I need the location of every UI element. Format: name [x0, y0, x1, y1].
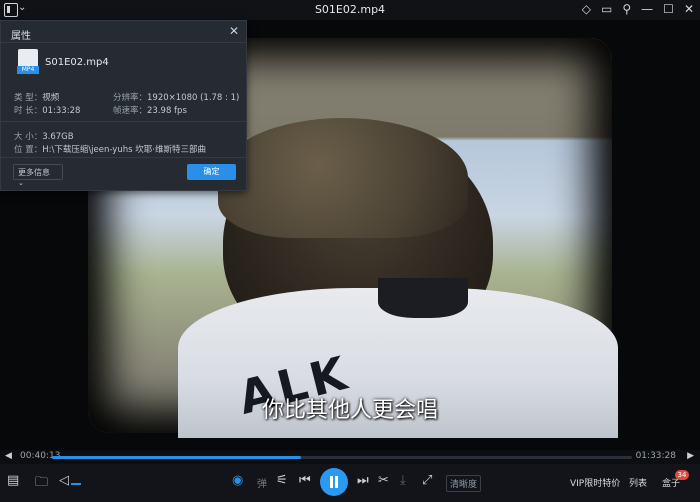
open-folder-icon[interactable]: 🗀	[35, 473, 48, 495]
prop-resolution: 分辨率：1920×1080 (1.78 : 1)	[113, 93, 240, 103]
maximize-icon[interactable]: ☐	[663, 2, 674, 16]
playlist-icon[interactable]: ▤	[7, 473, 19, 488]
dialog-close-icon[interactable]: ✕	[229, 24, 239, 38]
subtitle-text: 你比其他人更会唱	[261, 398, 438, 423]
next-icon[interactable]: ⏭	[357, 473, 369, 488]
more-info-dropdown[interactable]: 更多信息 ⌄	[13, 164, 63, 187]
dialog-divider	[1, 121, 246, 122]
cube-3d-icon[interactable]: ◇	[582, 2, 591, 16]
prop-size: 大 小：3.67GB	[14, 132, 74, 142]
file-name: S01E02.mp4	[45, 57, 109, 68]
total-time: 01:33:28	[635, 451, 676, 461]
previous-icon[interactable]: ⏮	[299, 473, 311, 488]
vip-promo-button[interactable]: VIP限时特价	[570, 476, 620, 489]
ok-button[interactable]: 确定	[187, 164, 236, 180]
download-icon[interactable]: ⤓	[400, 473, 406, 488]
seek-bar[interactable]	[52, 456, 632, 459]
prop-type: 类 型：视频	[14, 93, 60, 103]
chevron-down-icon: ⌄	[18, 179, 24, 187]
dialog-divider	[1, 157, 246, 158]
clarity-button[interactable]: 清晰度	[446, 475, 482, 492]
close-icon[interactable]: ✕	[684, 2, 694, 16]
volume-icon[interactable]: ◁	[59, 473, 69, 488]
volume-slider[interactable]	[71, 483, 81, 485]
dialog-divider	[1, 42, 246, 43]
danmaku-button[interactable]: 弹	[257, 475, 267, 490]
dialog-title: 属性	[11, 31, 31, 42]
minimize-icon[interactable]: —	[641, 2, 653, 16]
pause-button[interactable]	[320, 468, 348, 496]
video-camo-cap	[218, 118, 468, 238]
notification-badge: 34	[675, 470, 689, 480]
mini-mode-icon[interactable]: ▭	[601, 2, 612, 16]
list-button[interactable]: 列表	[629, 476, 647, 489]
scissors-icon[interactable]: ✂	[378, 473, 389, 488]
prop-framerate: 帧速率：23.98 fps	[113, 106, 187, 116]
settings-eye-icon[interactable]: ◉	[232, 473, 243, 488]
file-video-icon: MP4	[17, 49, 39, 74]
seek-back-icon[interactable]: ◀	[5, 451, 12, 461]
title-bar-icons: ◇ ▭ ⚲ — ☐ ✕	[582, 2, 694, 16]
properties-dialog: 属性 ✕ MP4 S01E02.mp4 类 型：视频 分辨率：1920×1080…	[0, 20, 247, 191]
progress-row: ◀ 00:40:13 01:33:28 ▶	[0, 450, 700, 464]
fullscreen-icon[interactable]: ⤢	[422, 473, 432, 488]
control-bar: ▤ 🗀 ◁ ◉ 弹 ⚟ ⏮ ⏭ ✂ ⤓ ⤢ 清晰度 VIP限时特价 列表 盒子 …	[0, 464, 700, 502]
prop-location: 位 置：H:\下载压缩\jeen-yuhs 坎耶·维斯特三部曲	[14, 145, 206, 155]
seek-bar-fill	[52, 456, 302, 459]
title-bar: ⌄ S01E02.mp4 ◇ ▭ ⚲ — ☐ ✕	[0, 0, 700, 20]
file-type-tag: MP4	[17, 66, 39, 74]
pin-icon[interactable]: ⚲	[622, 2, 631, 16]
seek-forward-icon[interactable]: ▶	[687, 451, 694, 461]
prop-duration: 时 长：01:33:28	[14, 106, 81, 116]
equalizer-icon[interactable]: ⚟	[276, 473, 288, 488]
